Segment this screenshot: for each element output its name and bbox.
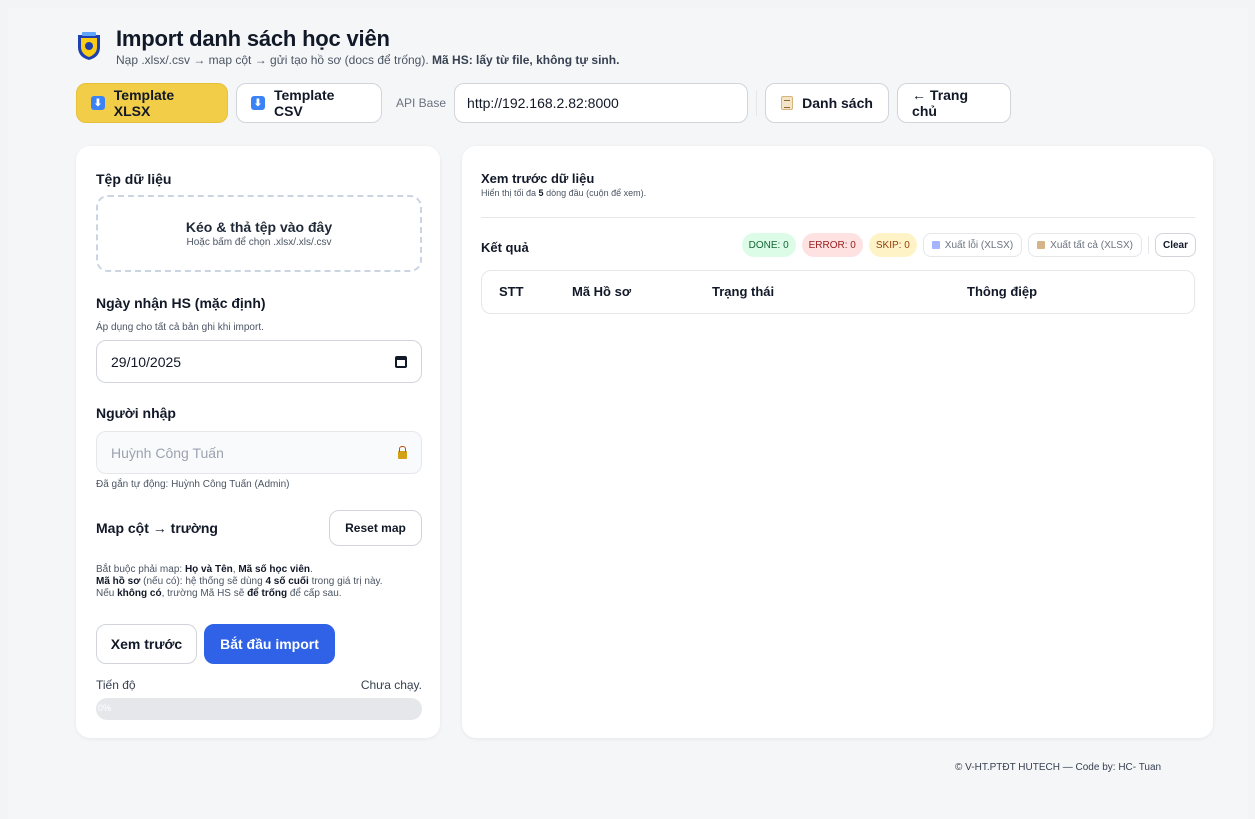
note-bold: Mã hồ sơ bbox=[96, 576, 141, 587]
note-text: Nếu bbox=[96, 588, 118, 599]
date-value: 29/10/2025 bbox=[111, 353, 182, 370]
dropzone-subtitle: Hoặc bấm để chọn .xlsx/.xls/.csv bbox=[186, 237, 332, 248]
note-text: (nếu có): hệ thống sẽ dùng bbox=[140, 576, 266, 587]
progress-bar: 0% bbox=[96, 698, 422, 720]
note-text: , trường Mã HS sẽ bbox=[161, 588, 248, 599]
error-badge: ERROR: 0 bbox=[801, 233, 863, 257]
export-all-label: Xuất tất cả (XLSX) bbox=[1050, 239, 1133, 251]
progress-status: Chưa chạy. bbox=[360, 678, 422, 692]
preview-subtitle: Hiển thị tối đa 5 dòng đầu (cuộn để xem)… bbox=[481, 188, 646, 198]
date-input[interactable]: 29/10/2025 bbox=[96, 340, 422, 383]
file-dropzone[interactable]: Kéo & thả tệp vào đây Hoặc bấm để chọn .… bbox=[96, 195, 422, 272]
done-badge: DONE: 0 bbox=[741, 233, 796, 257]
importer-field: Huỳnh Công Tuấn bbox=[96, 431, 422, 474]
toolbar: ⬇ Template XLSX ⬇ Template CSV API Base … bbox=[76, 82, 1012, 124]
result-chips: DONE: 0 ERROR: 0 SKIP: 0 Xuất lỗi (XLSX)… bbox=[736, 233, 1196, 257]
export-all-button[interactable]: Xuất tất cả (XLSX) bbox=[1028, 233, 1142, 257]
date-label: Ngày nhận HS (mặc định) bbox=[96, 295, 266, 311]
table-header-thong-diep: Thông điệp bbox=[967, 284, 1038, 299]
calendar-icon[interactable] bbox=[395, 355, 407, 368]
importer-hint: Đã gắn tự động: Huỳnh Công Tuấn (Admin) bbox=[96, 479, 290, 490]
skip-badge: SKIP: 0 bbox=[868, 233, 917, 257]
preview-button[interactable]: Xem trước bbox=[96, 624, 197, 664]
reset-map-button[interactable]: Reset map bbox=[329, 510, 422, 546]
note-text: Bắt buộc phải map: bbox=[96, 564, 185, 575]
template-xlsx-label: Template XLSX bbox=[113, 87, 175, 119]
note-bold: Họ và Tên bbox=[184, 564, 233, 575]
download-icon: ⬇ bbox=[251, 96, 265, 110]
preview-sub-text: dòng đầu (cuộn để xem). bbox=[543, 188, 647, 198]
template-xlsx-button[interactable]: ⬇ Template XLSX bbox=[76, 83, 228, 123]
subtitle-bold: Mã HS: lấy từ file, không tự sinh. bbox=[432, 53, 620, 67]
preview-sub-text: Hiển thị tối đa bbox=[481, 188, 539, 198]
import-settings-card: Tệp dữ liệu Kéo & thả tệp vào đây Hoặc b… bbox=[76, 146, 440, 738]
importer-value: Huỳnh Công Tuấn bbox=[111, 444, 224, 461]
note-text: để cấp sau. bbox=[287, 588, 342, 599]
template-csv-label: Template CSV bbox=[273, 87, 335, 119]
date-hint: Áp dụng cho tất cả bản ghi khi import. bbox=[96, 322, 264, 333]
result-label: Kết quả bbox=[481, 240, 529, 255]
subtitle-text: Nạp .xlsx/.csv → map cột → gửi tạo hồ sơ… bbox=[116, 53, 429, 67]
divider bbox=[481, 217, 1195, 218]
hutech-logo-icon bbox=[78, 32, 100, 60]
download-icon: ⬇ bbox=[91, 96, 105, 110]
mapping-note: Bắt buộc phải map: Họ và Tên, Mã số học … bbox=[96, 564, 426, 600]
note-text: . bbox=[310, 564, 313, 575]
dropzone-title: Kéo & thả tệp vào đây bbox=[185, 219, 333, 235]
list-button-label: Danh sách bbox=[802, 95, 873, 111]
map-label: Map cột → trường bbox=[96, 520, 218, 536]
page-header: Import danh sách học viên Nạp .xlsx/.csv… bbox=[76, 26, 619, 67]
results-card: Xem trước dữ liệu Hiển thị tối đa 5 dòng… bbox=[462, 146, 1213, 738]
api-base-label: API Base bbox=[396, 96, 447, 110]
progress-label: Tiến độ bbox=[96, 678, 136, 692]
page-title: Import danh sách học viên bbox=[116, 26, 390, 51]
preview-title: Xem trước dữ liệu bbox=[481, 171, 595, 186]
template-csv-button[interactable]: ⬇ Template CSV bbox=[236, 83, 382, 123]
home-button[interactable]: ← Trang chủ bbox=[897, 83, 1012, 123]
clipboard-icon bbox=[781, 96, 794, 110]
importer-label: Người nhập bbox=[96, 405, 176, 421]
footer: © V-HT.PTĐT HUTECH — Code by: HC- Tuan bbox=[955, 762, 1162, 773]
results-table: STT Mã Hồ sơ Trạng thái Thông điệp bbox=[481, 270, 1195, 314]
export-icon bbox=[931, 241, 940, 249]
lock-icon bbox=[398, 445, 407, 459]
progress-text: 0% bbox=[98, 703, 112, 713]
api-base-input[interactable] bbox=[454, 83, 749, 123]
page-subtitle: Nạp .xlsx/.csv → map cột → gửi tạo hồ sơ… bbox=[116, 53, 619, 67]
note-bold: 4 số cuối bbox=[265, 576, 309, 587]
table-header-stt: STT bbox=[499, 284, 524, 299]
export-errors-button[interactable]: Xuất lỗi (XLSX) bbox=[922, 233, 1023, 257]
table-header-trang-thai: Trạng thái bbox=[712, 284, 775, 299]
note-text: trong giá trị này. bbox=[308, 576, 383, 587]
export-errors-label: Xuất lỗi (XLSX) bbox=[944, 239, 1014, 251]
clear-button[interactable]: Clear bbox=[1154, 233, 1196, 257]
chip-divider bbox=[1147, 236, 1149, 254]
home-button-label: ← Trang chủ bbox=[912, 87, 969, 119]
table-header-ma-ho-so: Mã Hồ sơ bbox=[572, 284, 632, 299]
start-import-button[interactable]: Bắt đầu import bbox=[204, 624, 335, 664]
package-icon bbox=[1037, 241, 1046, 249]
note-bold: không có bbox=[117, 588, 162, 599]
file-label: Tệp dữ liệu bbox=[96, 171, 172, 187]
toolbar-divider bbox=[756, 90, 758, 116]
note-bold: để trống bbox=[247, 588, 288, 599]
note-bold: Mã số học viên bbox=[238, 564, 310, 575]
list-button[interactable]: Danh sách bbox=[765, 83, 890, 123]
